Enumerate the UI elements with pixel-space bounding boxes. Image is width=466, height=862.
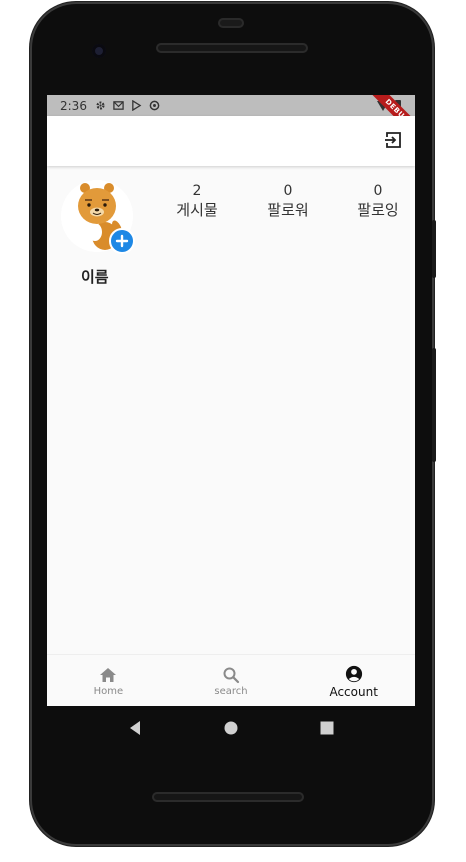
nav-account-label: Account — [329, 684, 378, 699]
profile-stats: 2 게시물 0 팔로워 0 팔로잉 — [157, 182, 415, 232]
search-icon — [223, 667, 240, 684]
system-navigation-bar — [47, 706, 415, 750]
following-stat[interactable]: 0 팔로잉 — [343, 182, 413, 220]
bottom-navigation: Home search Account — [47, 654, 415, 706]
home-system-button[interactable] — [219, 716, 243, 740]
followers-stat[interactable]: 0 팔로워 — [253, 182, 323, 220]
profile-header: 2 게시물 0 팔로워 0 팔로잉 이름 — [47, 166, 415, 306]
play-store-icon — [132, 100, 142, 111]
bottom-speaker — [152, 792, 304, 802]
app-screen: 2:36 DEBUG 2 게시물 0 팔로워 0 팔로잉 이름 Home sea… — [47, 95, 415, 706]
posts-label: 게시물 — [176, 201, 218, 219]
recents-button[interactable] — [315, 716, 339, 740]
back-button[interactable] — [123, 716, 147, 740]
earpiece-speaker — [156, 43, 308, 53]
nav-account[interactable]: Account — [292, 655, 415, 706]
posts-stat[interactable]: 2 게시물 — [162, 182, 232, 220]
logout-button[interactable] — [383, 130, 403, 150]
nav-search[interactable]: search — [170, 655, 293, 706]
proximity-sensor — [218, 18, 244, 28]
add-photo-button[interactable] — [109, 228, 135, 254]
logout-icon — [385, 132, 401, 148]
plus-icon — [115, 234, 129, 248]
front-camera — [92, 44, 106, 58]
avatar-container[interactable] — [61, 180, 135, 254]
back-triangle-icon — [130, 721, 140, 735]
posts-count: 2 — [192, 183, 202, 199]
status-time: 2:36 — [60, 98, 87, 113]
followers-label: 팔로워 — [267, 201, 309, 219]
following-count: 0 — [373, 183, 383, 199]
profile-name: 이름 — [81, 268, 109, 286]
recents-square-icon — [320, 721, 334, 735]
volume-button — [432, 220, 436, 278]
settings-icon — [96, 101, 105, 110]
mail-icon — [113, 101, 124, 110]
sync-icon — [149, 100, 160, 111]
nav-search-label: search — [214, 686, 248, 697]
power-button — [432, 348, 436, 462]
app-bar — [47, 116, 415, 166]
followers-count: 0 — [283, 183, 293, 199]
status-bar: 2:36 DEBUG — [47, 95, 415, 144]
following-label: 팔로잉 — [357, 201, 399, 219]
home-icon — [100, 668, 117, 682]
home-circle-icon — [224, 721, 238, 735]
account-circle-icon — [345, 665, 362, 682]
nav-home[interactable]: Home — [47, 655, 170, 706]
nav-home-label: Home — [93, 686, 124, 697]
